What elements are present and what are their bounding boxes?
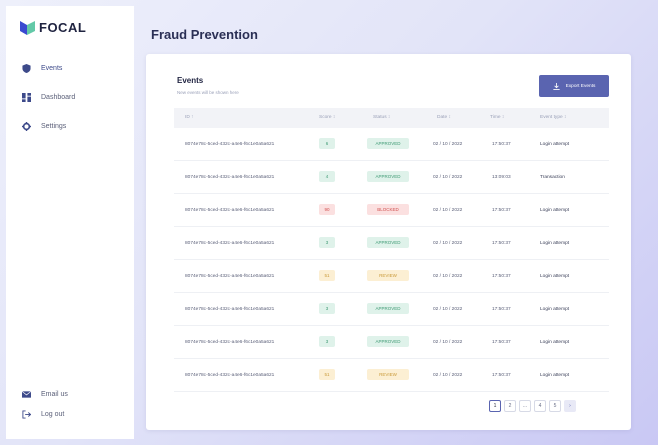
table-row[interactable]: 8074e78c-5ced-432c-a4e6-f6c1e0a5a621 51 RE… — [174, 260, 609, 293]
status-badge: APPROVED — [367, 138, 409, 149]
status-badge: APPROVED — [367, 171, 409, 182]
event-id: 8074e78c-5ced-432c-a4e6-f6c1e0a5a621 — [185, 208, 275, 213]
status-badge: REVIEW — [367, 369, 409, 380]
event-id: 8074e78c-5ced-432c-a4e6-f6c1e0a5a621 — [185, 274, 275, 279]
logo[interactable]: FOCAL — [20, 20, 86, 35]
event-type: Login attempt — [540, 142, 570, 147]
sidebar-item-label: Events — [41, 65, 63, 72]
log-out-label: Log out — [41, 411, 65, 418]
score-badge: 51 — [319, 369, 335, 380]
event-type: Login attempt — [540, 241, 570, 246]
sidebar-item-label: Dashboard — [41, 94, 76, 101]
table-row[interactable]: 8074e78c-5ced-432c-a4e6-f6c1e0a5a621 3 APP… — [174, 227, 609, 260]
column-header-time[interactable]: Time ↕ — [490, 115, 504, 120]
event-id: 8074e78c-5ced-432c-a4e6-f6c1e0a5a621 — [185, 307, 275, 312]
page-title: Fraud Prevention — [151, 27, 258, 42]
event-type: Login attempt — [540, 274, 570, 279]
status-badge: APPROVED — [367, 336, 409, 347]
sidebar-item-dashboard[interactable]: Dashboard — [22, 93, 75, 102]
next-page-button[interactable]: › — [564, 400, 576, 412]
event-date: 02 / 10 / 2022 — [433, 241, 463, 246]
page-1-button[interactable]: 1 — [489, 400, 501, 412]
page-4-button[interactable]: 4 — [534, 400, 546, 412]
table-row[interactable]: 8074e78c-5ced-432c-a4e6-f6c1e0a5a621 3 APP… — [174, 326, 609, 359]
events-subtitle: New events will be shown here — [177, 90, 239, 95]
status-badge: APPROVED — [367, 303, 409, 314]
events-card: Events New events will be shown here Exp… — [146, 54, 631, 430]
sidebar-item-label: Settings — [41, 123, 67, 130]
email-us-link[interactable]: Email us — [22, 390, 68, 399]
export-events-button[interactable]: Export Events — [539, 75, 609, 97]
score-badge: 4 — [319, 171, 335, 182]
table-header: ID ↑ Score ↕ Status ↕ Date ↕ Time ↕ Even… — [174, 108, 609, 128]
score-badge: 6 — [319, 138, 335, 149]
page-5-button[interactable]: 5 — [549, 400, 561, 412]
event-type: Transaction — [540, 175, 565, 180]
column-header-status[interactable]: Status ↕ — [373, 115, 390, 120]
gear-icon — [22, 122, 31, 131]
event-time: 13:09:03 — [492, 175, 511, 180]
status-badge: APPROVED — [367, 237, 409, 248]
event-date: 02 / 10 / 2022 — [433, 307, 463, 312]
page-ellipsis: ... — [519, 400, 531, 412]
shield-icon — [22, 64, 31, 73]
export-events-label: Export Events — [565, 83, 596, 89]
event-type: Login attempt — [540, 208, 570, 213]
column-header-date[interactable]: Date ↕ — [437, 115, 451, 120]
event-date: 02 / 10 / 2022 — [433, 373, 463, 378]
events-title: Events — [177, 76, 204, 85]
grid-icon — [22, 93, 31, 102]
event-date: 02 / 10 / 2022 — [433, 340, 463, 345]
event-id: 8074e78c-5ced-432c-a4e6-f6c1e0a5a621 — [185, 241, 275, 246]
table-row[interactable]: 8074e78c-5ced-432c-a4e6-f6c1e0a5a621 3 APP… — [174, 293, 609, 326]
sidebar-item-events[interactable]: Events — [22, 64, 62, 73]
sidebar: FOCAL Events Dashboard Settings Email us — [6, 6, 134, 439]
event-type: Login attempt — [540, 373, 570, 378]
table-row[interactable]: 8074e78c-5ced-432c-a4e6-f6c1e0a5a621 51 RE… — [174, 359, 609, 392]
event-time: 17:50:37 — [492, 274, 511, 279]
event-date: 02 / 10 / 2022 — [433, 142, 463, 147]
event-date: 02 / 10 / 2022 — [433, 274, 463, 279]
event-id: 8074e78c-5ced-432c-a4e6-f6c1e0a5a621 — [185, 142, 275, 147]
sidebar-item-settings[interactable]: Settings — [22, 122, 66, 131]
score-badge: 51 — [319, 270, 335, 281]
status-badge: REVIEW — [367, 270, 409, 281]
event-id: 8074e78c-5ced-432c-a4e6-f6c1e0a5a621 — [185, 340, 275, 345]
event-time: 17:50:37 — [492, 142, 511, 147]
event-time: 17:50:37 — [492, 373, 511, 378]
focal-logo-icon — [20, 20, 35, 35]
log-out-link[interactable]: Log out — [22, 410, 64, 419]
status-badge: BLOCKED — [367, 204, 409, 215]
column-header-score[interactable]: Score ↕ — [319, 115, 335, 120]
mail-icon — [22, 391, 31, 398]
event-time: 17:50:37 — [492, 307, 511, 312]
event-time: 17:50:37 — [492, 340, 511, 345]
table-row[interactable]: 8074e78c-5ced-432c-a4e6-f6c1e0a5a621 6 APP… — [174, 128, 609, 161]
app-name: FOCAL — [39, 20, 87, 35]
page-2-button[interactable]: 2 — [504, 400, 516, 412]
email-us-label: Email us — [41, 391, 68, 398]
score-badge: 90 — [319, 204, 335, 215]
event-date: 02 / 10 / 2022 — [433, 208, 463, 213]
event-id: 8074e78c-5ced-432c-a4e6-f6c1e0a5a621 — [185, 373, 275, 378]
score-badge: 3 — [319, 237, 335, 248]
pagination: 1 2 ... 4 5 › — [489, 400, 576, 412]
event-time: 17:50:37 — [492, 208, 511, 213]
table-row[interactable]: 8074e78c-5ced-432c-a4e6-f6c1e0a5a621 90 BL… — [174, 194, 609, 227]
score-badge: 3 — [319, 336, 335, 347]
score-badge: 3 — [319, 303, 335, 314]
event-date: 02 / 10 / 2022 — [433, 175, 463, 180]
event-time: 17:50:37 — [492, 241, 511, 246]
column-header-id[interactable]: ID ↑ — [185, 115, 194, 120]
event-type: Login attempt — [540, 307, 570, 312]
table-row[interactable]: 8074e78c-5ced-432c-a4e6-f6c1e0a5a621 4 APP… — [174, 161, 609, 194]
event-type: Login attempt — [540, 340, 570, 345]
event-id: 8074e78c-5ced-432c-a4e6-f6c1e0a5a621 — [185, 175, 275, 180]
download-icon — [552, 82, 560, 90]
logout-icon — [22, 410, 31, 419]
column-header-event-type[interactable]: Event type ↕ — [540, 115, 566, 120]
